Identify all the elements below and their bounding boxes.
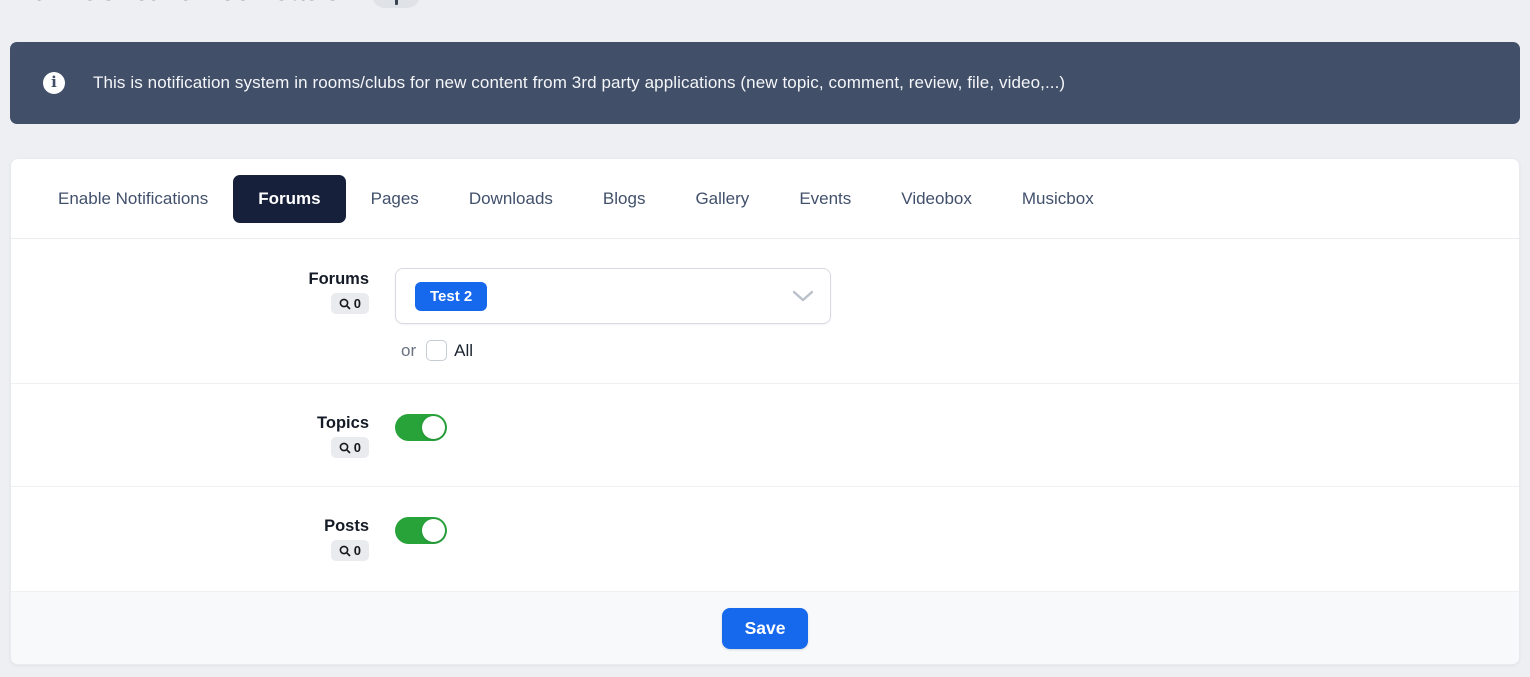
tab-gallery[interactable]: Gallery [695,189,749,209]
posts-toggle[interactable] [395,517,447,544]
forums-selected-tag[interactable]: Test 2 [415,282,487,311]
forums-multiselect[interactable]: Test 2 [395,268,831,324]
save-button[interactable]: Save [722,608,809,649]
posts-control-col [395,487,1519,591]
toggle-knob [422,519,445,542]
all-label: All [454,341,473,361]
tab-pages[interactable]: Pages [371,189,419,209]
tab-enable-notifications[interactable]: Enable Notifications [58,189,208,209]
topics-search-badge[interactable]: 0 [331,437,369,458]
info-icon: i [43,72,65,94]
page-title: New Content Notification [10,0,360,8]
tab-downloads[interactable]: Downloads [469,189,553,209]
or-label: or [401,341,416,361]
forums-control-col: Test 2 or All [395,239,1519,383]
all-checkbox[interactable] [426,340,447,361]
notification-settings-card: Enable Notifications Forums Pages Downlo… [10,158,1520,665]
title-badge[interactable] [372,0,420,8]
posts-field-label: Posts [324,517,369,536]
banner-text: This is notification system in rooms/clu… [93,73,1065,93]
topics-badge-count: 0 [354,440,361,455]
topics-row: Topics 0 [11,384,1519,487]
search-icon [339,442,351,454]
forums-all-line: or All [395,340,1519,361]
info-banner: i This is notification system in rooms/c… [10,42,1520,124]
title-badge-glyph [395,0,398,5]
topics-toggle[interactable] [395,414,447,441]
card-footer: Save [11,592,1519,664]
forums-badge-count: 0 [354,296,361,311]
posts-label-col: Posts 0 [11,487,369,591]
forums-label-col: Forums 0 [11,239,369,383]
topics-field-label: Topics [317,414,369,433]
tab-bar: Enable Notifications Forums Pages Downlo… [11,159,1519,239]
tab-forums[interactable]: Forums [233,175,345,223]
tab-videobox[interactable]: Videobox [901,189,972,209]
forums-row: Forums 0 Test 2 or All [11,239,1519,384]
search-icon [339,298,351,310]
chevron-down-icon [792,290,814,302]
forums-search-badge[interactable]: 0 [331,293,369,314]
posts-row: Posts 0 [11,487,1519,592]
toggle-knob [422,416,445,439]
posts-badge-count: 0 [354,543,361,558]
posts-search-badge[interactable]: 0 [331,540,369,561]
tab-blogs[interactable]: Blogs [603,189,646,209]
tab-musicbox[interactable]: Musicbox [1022,189,1094,209]
topics-control-col [395,384,1519,486]
tab-events[interactable]: Events [799,189,851,209]
topics-label-col: Topics 0 [11,384,369,486]
forums-field-label: Forums [308,270,369,289]
search-icon [339,545,351,557]
